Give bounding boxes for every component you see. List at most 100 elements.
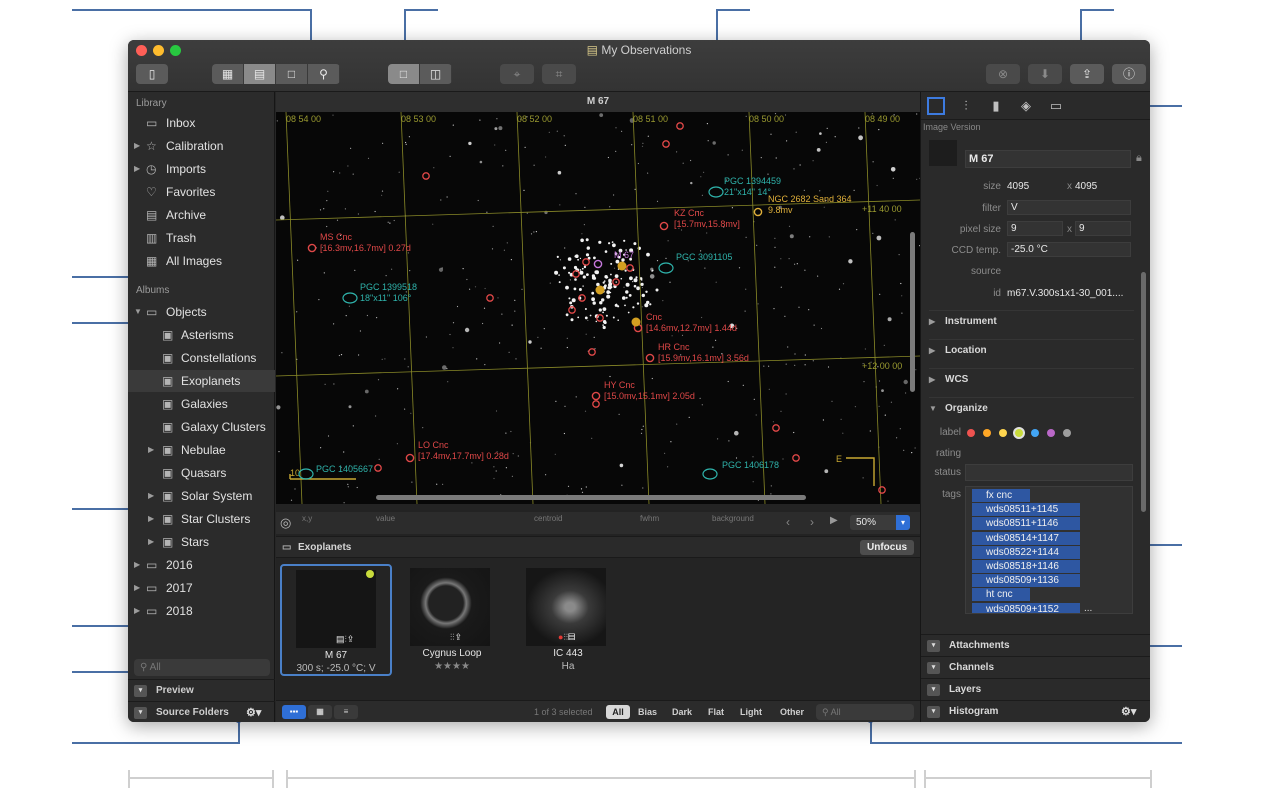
- tab-layers[interactable]: ◈: [1017, 97, 1035, 115]
- sidebar-item-all-images[interactable]: ▦ All Images: [128, 250, 275, 272]
- grid-mode-button[interactable]: ▦: [308, 705, 332, 719]
- chevron-left-icon[interactable]: ‹: [786, 515, 790, 529]
- thumbnail-cygnus-loop[interactable]: ⫶⫶⇪ Cygnus Loop ★★★★: [396, 564, 508, 676]
- sidebar-item-inbox[interactable]: ▭ Inbox: [128, 112, 275, 134]
- star-marker[interactable]: [591, 391, 601, 401]
- variable-star-marker[interactable]: [582, 258, 590, 266]
- variable-star-marker[interactable]: [662, 140, 670, 148]
- filter-flat[interactable]: Flat: [708, 701, 724, 722]
- sidebar-item-objects[interactable]: ▼ ▭ Objects: [128, 301, 275, 323]
- cluster-member-marker[interactable]: [631, 317, 641, 327]
- pixel-height-field[interactable]: 9: [1075, 221, 1131, 236]
- play-icon[interactable]: ▶: [830, 515, 838, 526]
- tags-field[interactable]: fx cnc wds08511+1145 wds08511+1146 wds08514…: [965, 486, 1133, 614]
- grid-view-button[interactable]: ▦: [212, 64, 244, 84]
- cancel-button[interactable]: ⊗: [986, 64, 1020, 84]
- list-mode-button[interactable]: ≡: [334, 705, 358, 719]
- scrollbar-horizontal[interactable]: [376, 495, 806, 500]
- sidebar-item-year-2018[interactable]: ▶ ▭ 2018: [128, 600, 275, 622]
- variable-star-marker[interactable]: [588, 348, 596, 356]
- filter-search-input[interactable]: ⚲ All: [816, 704, 914, 720]
- lock-icon[interactable]: 🔒︎: [1136, 152, 1142, 165]
- sidebar-item-exoplanets[interactable]: ▣ Exoplanets: [128, 370, 275, 392]
- label-color-swatch[interactable]: [1063, 429, 1071, 437]
- source-folders-header[interactable]: ▾ Source Folders ⚙▾: [128, 701, 275, 722]
- split-pane-button[interactable]: ◫: [420, 64, 452, 84]
- variable-star-marker[interactable]: [422, 172, 430, 180]
- single-view-button[interactable]: □: [276, 64, 308, 84]
- gear-icon[interactable]: ⚙▾: [1121, 701, 1136, 722]
- filter-dark[interactable]: Dark: [672, 701, 692, 722]
- variable-star-marker[interactable]: [792, 454, 800, 462]
- variable-star-marker[interactable]: [772, 424, 780, 432]
- galaxy-marker[interactable]: [658, 262, 674, 274]
- variable-star-marker[interactable]: [676, 122, 684, 130]
- galaxy-marker[interactable]: [702, 468, 718, 480]
- label-color-swatch[interactable]: [1031, 429, 1039, 437]
- label-color-swatch[interactable]: [967, 429, 975, 437]
- crosshair-icon[interactable]: ◎: [280, 515, 291, 531]
- sidebar-item-imports[interactable]: ▶ ◷ Imports: [128, 158, 275, 180]
- zoom-select[interactable]: 50% ▾: [850, 515, 910, 530]
- variable-star-marker[interactable]: [572, 270, 580, 278]
- sidebar-item-asterisms[interactable]: ▣ Asterisms: [128, 324, 275, 346]
- sidebar-item-favorites[interactable]: ♡ Favorites: [128, 181, 275, 203]
- image-name-field[interactable]: M 67: [965, 150, 1131, 168]
- variable-star-marker[interactable]: [374, 464, 382, 472]
- chevron-right-icon[interactable]: ›: [810, 515, 814, 529]
- sidebar-item-year-2017[interactable]: ▶ ▭ 2017: [128, 577, 275, 599]
- tag-token[interactable]: wds08511+1145: [972, 503, 1080, 517]
- layers-header[interactable]: ▾ Layers: [921, 678, 1150, 700]
- star-marker[interactable]: [659, 221, 669, 231]
- download-button[interactable]: ⬇: [1028, 64, 1062, 84]
- tag-token[interactable]: wds08518+1146: [972, 560, 1080, 573]
- label-color-swatch[interactable]: [1047, 429, 1055, 437]
- galaxy-marker[interactable]: [342, 292, 358, 304]
- filter-other[interactable]: Other: [780, 701, 804, 722]
- tag-token[interactable]: fx cnc: [972, 489, 1030, 502]
- sidebar-item-quasars[interactable]: ▣ Quasars: [128, 462, 275, 484]
- filter-bias[interactable]: Bias: [638, 701, 657, 722]
- sidebar-item-solar-system[interactable]: ▶ ▣ Solar System: [128, 485, 275, 507]
- star-marker[interactable]: [593, 259, 603, 269]
- tag-token[interactable]: ht cnc: [972, 588, 1030, 602]
- variable-star-marker[interactable]: [486, 294, 494, 302]
- attachments-header[interactable]: ▾ Attachments: [921, 634, 1150, 656]
- section-location[interactable]: ▶ Location: [929, 339, 1134, 361]
- gear-icon[interactable]: ⚙▾: [246, 702, 261, 722]
- tab-adjustments[interactable]: ⫶: [957, 97, 975, 115]
- preview-panel-header[interactable]: ▾ Preview: [128, 679, 275, 701]
- channels-header[interactable]: ▾ Channels: [921, 656, 1150, 678]
- label-color-swatch[interactable]: [999, 429, 1007, 437]
- tag-token[interactable]: wds08509+1136: [972, 574, 1080, 588]
- status-field[interactable]: [965, 464, 1133, 481]
- sidebar-item-year-2016[interactable]: ▶ ▭ 2016: [128, 554, 275, 576]
- sidebar-item-nebulae[interactable]: ▶ ▣ Nebulae: [128, 439, 275, 461]
- sidebar-search-input[interactable]: ⚲ All: [134, 659, 270, 676]
- sidebar-item-stars[interactable]: ▶ ▣ Stars: [128, 531, 275, 553]
- unfocus-button[interactable]: Unfocus: [860, 540, 914, 555]
- tag-token[interactable]: wds08514+1147: [972, 531, 1080, 545]
- star-marker[interactable]: [405, 453, 415, 463]
- tag-token[interactable]: wds08511+1146: [972, 517, 1080, 531]
- inspector-scrollbar[interactable]: [1141, 272, 1146, 512]
- tag-token[interactable]: wds08509+1152: [972, 602, 1080, 613]
- label-color-swatch[interactable]: [1015, 429, 1023, 437]
- pixel-width-field[interactable]: 9: [1007, 221, 1063, 236]
- thumbnail-ic443[interactable]: ●⫶⫶▤ IC 443 Ha: [512, 564, 624, 676]
- variable-star-marker[interactable]: [626, 264, 634, 272]
- tag-token[interactable]: wds08522+1144: [972, 545, 1080, 559]
- cluster-member-marker[interactable]: [595, 285, 605, 295]
- star-marker[interactable]: [645, 353, 655, 363]
- sidebar-item-archive[interactable]: ▤ Archive: [128, 204, 275, 226]
- cluster-member-marker[interactable]: [617, 261, 627, 271]
- scrollbar-vertical[interactable]: [910, 232, 915, 392]
- star-marker[interactable]: [307, 243, 317, 253]
- section-instrument[interactable]: ▶ Instrument: [929, 310, 1134, 332]
- tab-ruler[interactable]: ▮: [987, 97, 1005, 115]
- filmstrip-view-button[interactable]: ▤: [244, 64, 276, 84]
- plate-solve-add-button[interactable]: ⌖: [500, 64, 534, 84]
- filter-light[interactable]: Light: [740, 701, 762, 722]
- tab-image-version[interactable]: [927, 97, 945, 115]
- star-marker[interactable]: [753, 207, 763, 217]
